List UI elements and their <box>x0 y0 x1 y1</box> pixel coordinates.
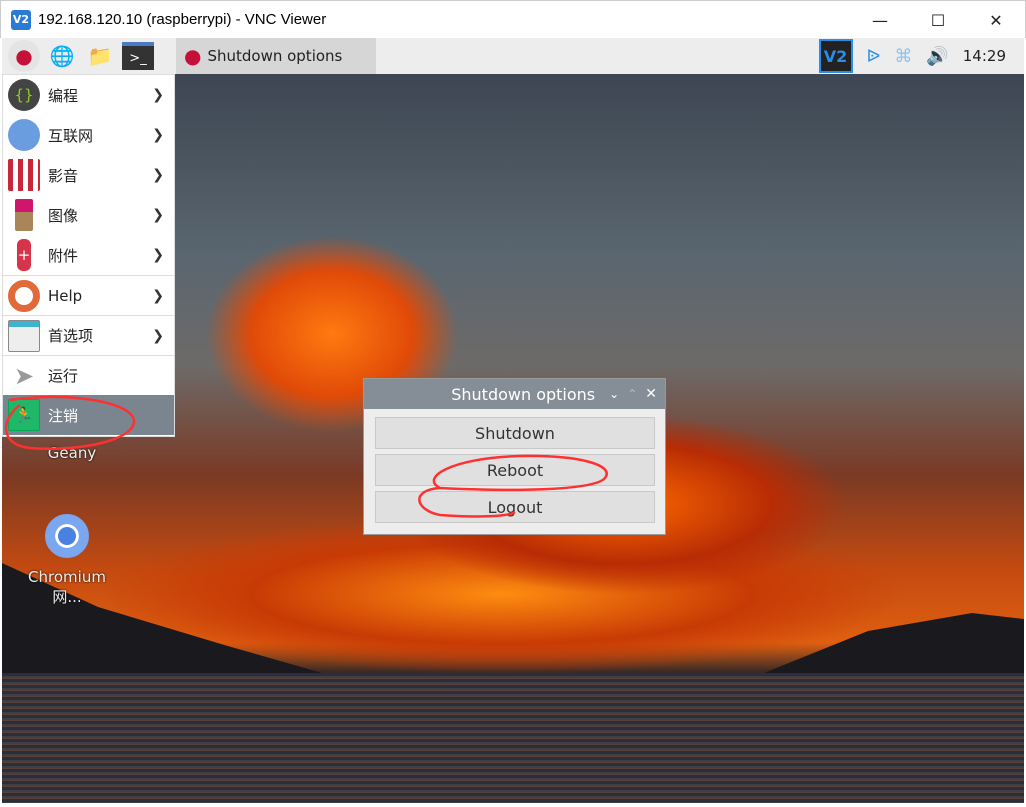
chevron-right-icon: ❯ <box>152 127 164 143</box>
raspberry-menu-button[interactable]: ● <box>8 40 40 72</box>
lifebuoy-icon <box>8 279 40 312</box>
code-braces-icon: {} <box>8 79 40 111</box>
menu-item-graphics[interactable]: 图像 ❯ <box>3 195 174 235</box>
maximize-button[interactable]: ☐ <box>909 1 967 39</box>
chevron-right-icon: ❯ <box>152 247 164 263</box>
task-label: Shutdown options <box>207 47 343 65</box>
menu-label: 运行 <box>48 367 79 385</box>
menu-item-accessories[interactable]: + 附件 ❯ <box>3 235 174 275</box>
minimize-icon[interactable]: ⌄ <box>609 387 619 401</box>
menu-label: 影音 <box>48 166 79 185</box>
bluetooth-icon[interactable]: ᐉ <box>867 46 881 67</box>
popcorn-play-icon <box>8 159 40 191</box>
menu-item-logout[interactable]: 🏃 注销 <box>3 395 174 435</box>
globe-icon <box>8 119 40 151</box>
main-menu: {} 编程 ❯ 互联网 ❯ 影音 ❯ 图像 ❯ + 附件 ❯ Help ❯ 首选项 ❯ ➤ 运行 🏃… <box>2 74 175 437</box>
menu-item-help[interactable]: Help ❯ <box>3 275 174 315</box>
paintbrush-icon <box>15 199 33 231</box>
menu-label: Help <box>48 286 83 305</box>
menu-item-run[interactable]: ➤ 运行 <box>3 355 174 395</box>
menu-item-preferences[interactable]: 首选项 ❯ <box>3 315 174 355</box>
volume-icon[interactable]: 🔊 <box>926 46 948 67</box>
raspberry-icon: ● <box>184 44 202 68</box>
icon-label: Chromium 网... <box>28 568 106 606</box>
paper-plane-icon: ➤ <box>13 361 35 390</box>
menu-label: 图像 <box>48 206 79 225</box>
chevron-right-icon: ❯ <box>152 327 164 344</box>
icon-label: Geany <box>47 444 97 462</box>
window-title: 192.168.120.10 (raspberrypi) - VNC Viewe… <box>38 11 327 28</box>
taskbar: ● 🌐 📁 >_ ● Shutdown options V2 ᐉ ⌘ 🔊 14:… <box>2 38 1024 74</box>
chromium-icon <box>45 514 89 558</box>
reboot-button[interactable]: Reboot <box>375 454 655 486</box>
chevron-right-icon: ❯ <box>152 167 164 183</box>
chevron-right-icon: ❯ <box>152 287 164 304</box>
menu-label: 注销 <box>48 406 79 425</box>
vnc-server-icon[interactable]: V2 <box>818 39 853 73</box>
menu-item-sound-video[interactable]: 影音 ❯ <box>3 155 174 195</box>
menu-label: 互联网 <box>48 126 94 145</box>
taskbar-item-shutdown-options[interactable]: ● Shutdown options <box>176 38 376 74</box>
chevron-right-icon: ❯ <box>152 87 164 103</box>
minimize-button[interactable]: — <box>851 1 909 39</box>
wifi-icon[interactable]: ⌘ <box>894 46 912 67</box>
shutdown-button[interactable]: Shutdown <box>375 417 655 449</box>
shutdown-options-dialog: Shutdown options ⌄ ⌃ ✕ Shutdown Reboot L… <box>363 378 666 535</box>
dialog-title: Shutdown options <box>451 384 596 404</box>
close-button[interactable]: ✕ <box>967 1 1025 39</box>
menu-item-programming[interactable]: {} 编程 ❯ <box>3 75 174 115</box>
chevron-right-icon: ❯ <box>152 207 164 223</box>
logout-button[interactable]: Logout <box>375 491 655 523</box>
globe-icon[interactable]: 🌐 <box>46 40 78 72</box>
exit-running-man-icon: 🏃 <box>8 399 40 431</box>
menu-label: 编程 <box>48 86 79 105</box>
close-icon[interactable]: ✕ <box>645 386 657 402</box>
maximize-icon[interactable]: ⌃ <box>627 387 637 401</box>
menu-item-internet[interactable]: 互联网 ❯ <box>3 115 174 155</box>
dialog-titlebar: Shutdown options ⌄ ⌃ ✕ <box>364 379 665 409</box>
desktop-icon-chromium[interactable]: Chromium 网... <box>12 514 122 607</box>
folder-icon[interactable]: 📁 <box>84 40 116 72</box>
window-titlebar: V2 192.168.120.10 (raspberrypi) - VNC Vi… <box>0 0 1026 38</box>
clock: 14:29 <box>962 47 1006 65</box>
vnc-logo-icon: V2 <box>11 9 31 30</box>
terminal-icon[interactable]: >_ <box>122 42 154 70</box>
sliders-icon <box>8 319 40 352</box>
swiss-knife-icon: + <box>17 239 31 271</box>
menu-label: 附件 <box>48 246 79 265</box>
menu-label: 首选项 <box>48 327 94 345</box>
